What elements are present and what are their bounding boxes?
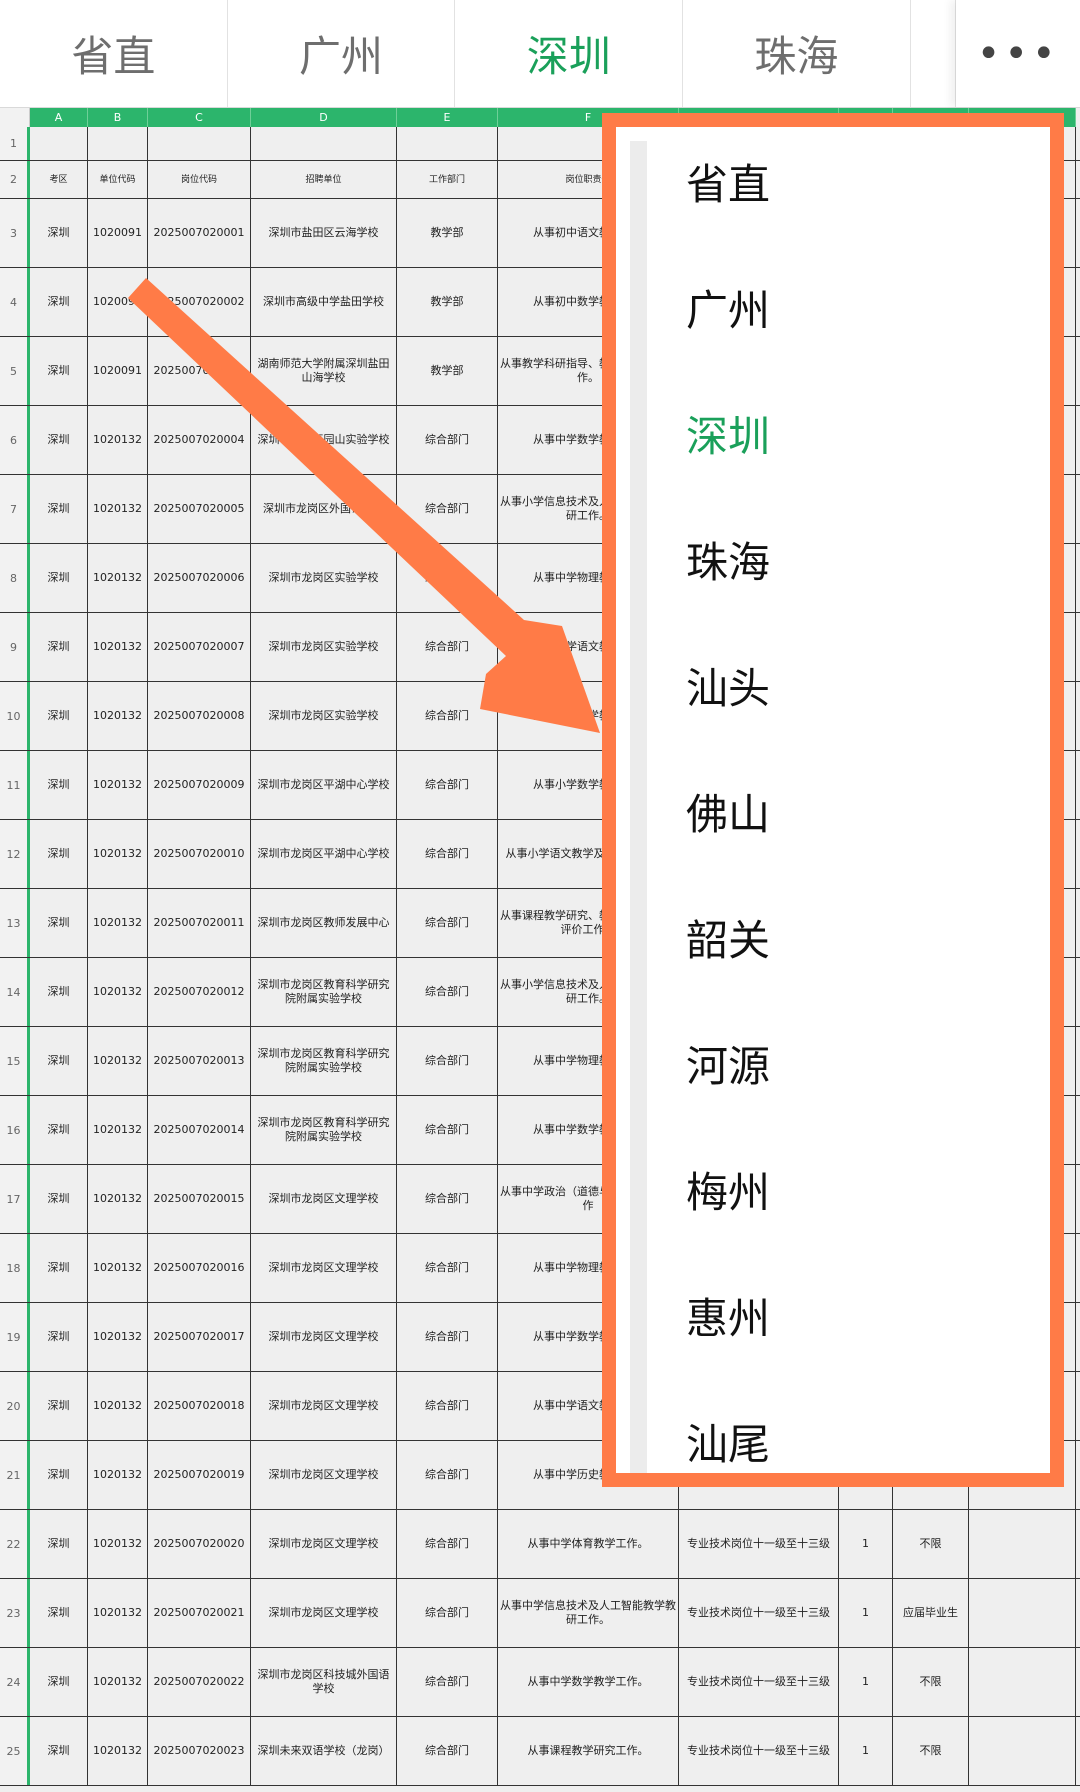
dropdown-item[interactable]: 汕头 (686, 655, 770, 716)
dropdown-item[interactable]: 省直 (686, 151, 770, 212)
dropdown-edge (630, 141, 647, 1473)
dropdown-item[interactable]: 韶关 (686, 907, 770, 968)
city-dropdown-menu: 省直广州深圳珠海汕头佛山韶关河源梅州惠州汕尾 (602, 113, 1064, 1487)
dropdown-item[interactable]: 佛山 (686, 781, 770, 842)
dropdown-item[interactable]: 珠海 (686, 529, 770, 590)
dropdown-item[interactable]: 广州 (686, 277, 770, 338)
arrow-shape (128, 278, 600, 733)
dropdown-item[interactable]: 汕尾 (686, 1411, 770, 1472)
dropdown-item[interactable]: 梅州 (686, 1159, 770, 1220)
dropdown-item[interactable]: 深圳 (686, 403, 770, 464)
dropdown-item[interactable]: 河源 (686, 1033, 770, 1094)
dropdown-item[interactable]: 惠州 (686, 1285, 770, 1346)
